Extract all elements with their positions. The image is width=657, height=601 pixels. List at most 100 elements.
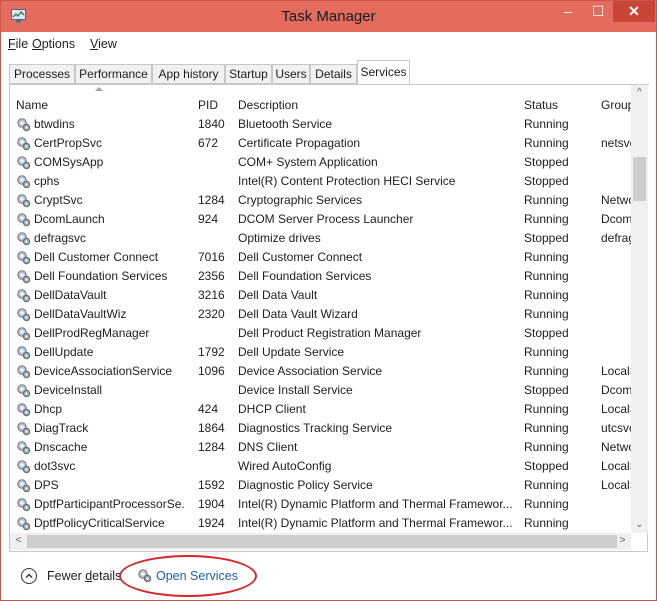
tab-startup[interactable]: Startup xyxy=(225,64,272,84)
service-gear-icon xyxy=(16,345,31,360)
service-status: Running xyxy=(524,117,569,131)
service-row[interactable]: defragsvc Optimize drives Stopped defrags xyxy=(10,229,631,248)
service-name: DiagTrack xyxy=(34,421,89,435)
service-description: Certificate Propagation xyxy=(238,136,361,150)
service-row[interactable]: DellDataVaultWiz 2320 Dell Data Vault Wiza… xyxy=(10,305,631,324)
tab-processes[interactable]: Processes xyxy=(9,64,75,84)
column-header-group[interactable]: Group xyxy=(601,98,634,112)
horizontal-scrollbar[interactable]: < > xyxy=(10,533,631,550)
service-row[interactable]: DeviceInstall Device Install Service Stopp… xyxy=(10,381,631,400)
service-row[interactable]: dot3svc Wired AutoConfig Stopped LocalSy: xyxy=(10,457,631,476)
service-name: DPS xyxy=(34,478,59,492)
service-description: Dell Product Registration Manager xyxy=(238,326,422,340)
tab-users[interactable]: Users xyxy=(272,64,310,84)
vertical-scroll-thumb[interactable] xyxy=(633,157,646,201)
service-group: DcomLa xyxy=(601,212,631,226)
service-status: Stopped xyxy=(524,231,569,245)
tab-details[interactable]: Details xyxy=(310,64,357,84)
service-status: Running xyxy=(524,136,569,150)
service-name: DptfParticipantProcessorSe... xyxy=(34,497,186,511)
scroll-right-button[interactable]: > xyxy=(614,533,631,549)
column-header-status[interactable]: Status xyxy=(524,98,558,112)
menu-view-label: iew xyxy=(98,37,117,51)
service-pid: 1096 xyxy=(198,364,225,378)
scroll-left-button[interactable]: < xyxy=(10,533,27,549)
service-row[interactable]: DPS 1592 Diagnostic Policy Service Running L… xyxy=(10,476,631,495)
services-panel: Name PID Description Status Group btwdin… xyxy=(9,85,648,552)
service-description: Dell Foundation Services xyxy=(238,269,372,283)
service-name: Dhcp xyxy=(34,402,63,416)
service-description: Dell Data Vault Wizard xyxy=(238,307,358,321)
service-row[interactable]: cphs Intel(R) Content Protection HECI Ser… xyxy=(10,172,631,191)
service-row[interactable]: CertPropSvc 672 Certificate Propagation Run… xyxy=(10,134,631,153)
menu-file[interactable]: File xyxy=(8,37,28,51)
service-row[interactable]: DcomLaunch 924 DCOM Server Process Launche… xyxy=(10,210,631,229)
service-status: Running xyxy=(524,269,569,283)
task-manager-window: Task Manager – ☐ ✕ File Options View Pro… xyxy=(0,0,657,601)
service-row[interactable]: DellProdRegManager Dell Product Registrat… xyxy=(10,324,631,343)
service-gear-icon xyxy=(16,231,31,246)
horizontal-scroll-thumb[interactable] xyxy=(27,535,617,548)
service-name: DcomLaunch xyxy=(34,212,105,226)
column-header-name[interactable]: Name xyxy=(16,98,48,112)
service-row[interactable]: CryptSvc 1284 Cryptographic Services Runnin… xyxy=(10,191,631,210)
service-description: Device Install Service xyxy=(238,383,353,397)
service-status: Running xyxy=(524,421,569,435)
service-gear-icon xyxy=(16,421,31,436)
service-group: Networl xyxy=(601,193,631,207)
scroll-up-button[interactable]: ^ xyxy=(631,85,648,101)
scroll-down-button[interactable]: ⌄ xyxy=(631,517,648,533)
service-gear-icon xyxy=(16,212,31,227)
fewer-details-button[interactable]: Fewer details xyxy=(47,569,121,583)
service-status: Stopped xyxy=(524,383,569,397)
tab-app-history[interactable]: App history xyxy=(152,64,225,84)
service-description: Dell Customer Connect xyxy=(238,250,363,264)
service-status: Stopped xyxy=(524,174,569,188)
service-gear-icon xyxy=(16,459,31,474)
sort-ascending-icon xyxy=(95,87,103,91)
tab-performance[interactable]: Performance xyxy=(75,64,152,84)
service-row[interactable]: btwdins 1840 Bluetooth Service Running xyxy=(10,115,631,134)
title-bar[interactable]: Task Manager – ☐ ✕ xyxy=(1,1,656,32)
service-row[interactable]: DellUpdate 1792 Dell Update Service Running xyxy=(10,343,631,362)
service-gear-icon xyxy=(16,155,31,170)
minimize-button[interactable]: – xyxy=(555,1,581,22)
service-pid: 2356 xyxy=(198,269,225,283)
maximize-button[interactable]: ☐ xyxy=(585,1,611,22)
service-description: COM+ System Application xyxy=(238,155,378,169)
menu-file-hotkey: F xyxy=(8,37,16,51)
service-row[interactable]: DellDataVault 3216 Dell Data Vault Running xyxy=(10,286,631,305)
service-row[interactable]: DiagTrack 1864 Diagnostics Tracking Servic… xyxy=(10,419,631,438)
column-header-description[interactable]: Description xyxy=(238,98,298,112)
menu-options[interactable]: Options xyxy=(32,37,75,51)
column-header-pid[interactable]: PID xyxy=(198,98,218,112)
service-status: Running xyxy=(524,345,569,359)
service-row[interactable]: Dnscache 1284 DNS Client Running Networl xyxy=(10,438,631,457)
service-row[interactable]: COMSysApp COM+ System Application Stopped xyxy=(10,153,631,172)
service-pid: 672 xyxy=(198,136,219,150)
service-group: DcomLa xyxy=(601,383,631,397)
service-pid: 2320 xyxy=(198,307,225,321)
collapse-chevron-icon[interactable] xyxy=(21,568,37,584)
service-pid: 924 xyxy=(198,212,219,226)
service-name: COMSysApp xyxy=(34,155,104,169)
service-row[interactable]: Dell Foundation Services 2356 Dell Foundat… xyxy=(10,267,631,286)
service-description: DNS Client xyxy=(238,440,298,454)
service-pid: 1924 xyxy=(198,516,225,530)
service-row[interactable]: Dhcp 424 DHCP Client Running LocalSe xyxy=(10,400,631,419)
service-status: Running xyxy=(524,516,569,530)
service-name: Dell Customer Connect xyxy=(34,250,159,264)
service-row[interactable]: DptfParticipantProcessorSe... 1904 Intel(R… xyxy=(10,495,631,514)
service-pid: 1840 xyxy=(198,117,225,131)
tab-services[interactable]: Services xyxy=(357,60,410,85)
service-pid: 1792 xyxy=(198,345,225,359)
menu-view[interactable]: View xyxy=(90,37,117,51)
service-row[interactable]: DeviceAssociationService 1096 Device Assoc… xyxy=(10,362,631,381)
service-group: LocalSy: xyxy=(601,459,631,473)
service-row[interactable]: DptfPolicyCriticalService 1924 Intel(R) Dy… xyxy=(10,514,631,533)
service-row[interactable]: Dell Customer Connect 7016 Dell Customer C… xyxy=(10,248,631,267)
fewer-details-label-start: Fewer xyxy=(47,569,86,583)
service-status: Running xyxy=(524,440,569,454)
vertical-scrollbar[interactable]: ^ ⌄ xyxy=(631,85,648,533)
close-button[interactable]: ✕ xyxy=(613,1,655,22)
